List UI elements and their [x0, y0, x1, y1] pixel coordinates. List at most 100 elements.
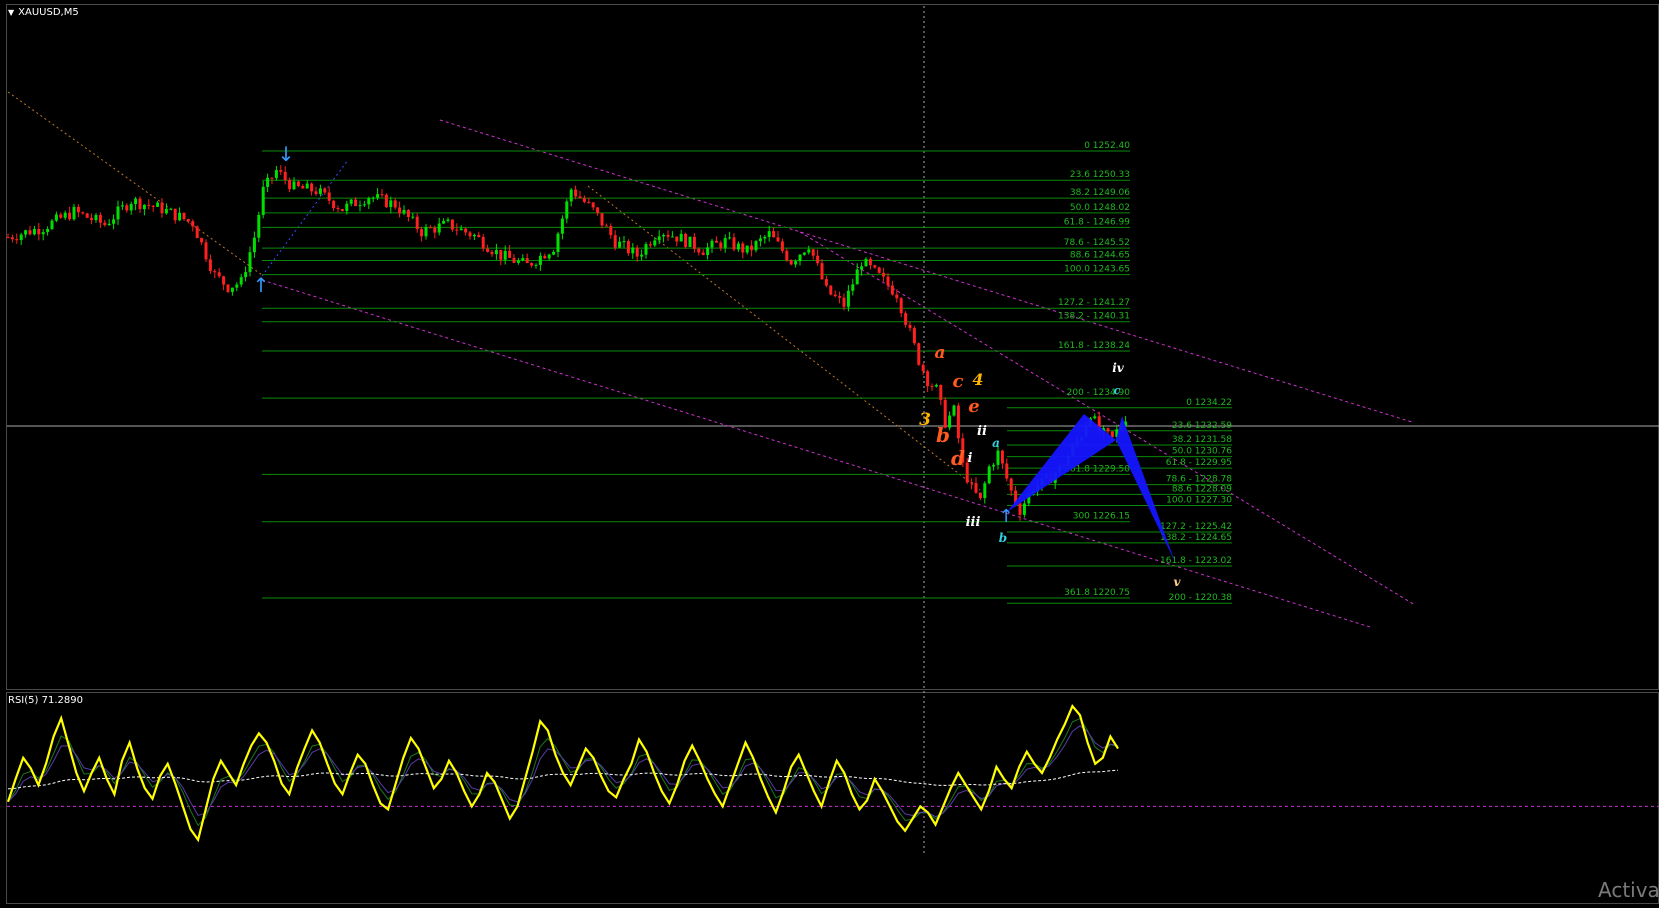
- candle-body[interactable]: [785, 250, 789, 261]
- candle-body[interactable]: [63, 212, 67, 218]
- candle-body[interactable]: [376, 194, 380, 198]
- candle-body[interactable]: [591, 202, 595, 208]
- candle-body[interactable]: [32, 228, 36, 235]
- candle-body[interactable]: [6, 237, 10, 239]
- candle-body[interactable]: [54, 214, 58, 221]
- candle-body[interactable]: [380, 194, 384, 196]
- candle-body[interactable]: [904, 313, 908, 325]
- candle-body[interactable]: [732, 237, 736, 250]
- candle-body[interactable]: [626, 241, 630, 254]
- candle-body[interactable]: [85, 213, 89, 218]
- candle-body[interactable]: [618, 241, 622, 248]
- candle-body[interactable]: [1093, 416, 1097, 419]
- harmonic-pattern-right-triangle[interactable]: [1116, 416, 1175, 562]
- candle-body[interactable]: [604, 225, 608, 227]
- candle-body[interactable]: [525, 258, 529, 264]
- candle-body[interactable]: [538, 255, 542, 265]
- candle-body[interactable]: [877, 267, 881, 273]
- candle-body[interactable]: [437, 223, 441, 233]
- candle-body[interactable]: [200, 238, 204, 243]
- candle-body[interactable]: [508, 250, 512, 258]
- candle-body[interactable]: [481, 236, 485, 249]
- candle-body[interactable]: [917, 343, 921, 365]
- candle-body[interactable]: [261, 186, 265, 215]
- candle-body[interactable]: [230, 287, 234, 292]
- candle-body[interactable]: [257, 214, 261, 238]
- channel-upper-line[interactable]: [439, 119, 1413, 423]
- candle-body[interactable]: [662, 234, 666, 237]
- candle-body[interactable]: [406, 209, 410, 217]
- candle-body[interactable]: [499, 250, 503, 260]
- candle-body[interactable]: [890, 285, 894, 295]
- candle-body[interactable]: [974, 483, 978, 493]
- candle-body[interactable]: [908, 324, 912, 329]
- candle-body[interactable]: [94, 215, 98, 221]
- candle-body[interactable]: [116, 206, 120, 220]
- candle-body[interactable]: [556, 233, 560, 252]
- candle-body[interactable]: [956, 405, 960, 439]
- candle-body[interactable]: [789, 260, 793, 265]
- candle-body[interactable]: [1106, 428, 1110, 432]
- candle-body[interactable]: [582, 198, 586, 202]
- candle-body[interactable]: [772, 231, 776, 238]
- candle-body[interactable]: [138, 198, 142, 210]
- candle-body[interactable]: [450, 219, 454, 230]
- candle-body[interactable]: [252, 237, 256, 253]
- candle-body[interactable]: [1110, 431, 1114, 437]
- candle-body[interactable]: [934, 384, 938, 387]
- candle-body[interactable]: [424, 227, 428, 237]
- candle-body[interactable]: [829, 285, 833, 295]
- candle-body[interactable]: [283, 171, 287, 180]
- candle-body[interactable]: [270, 177, 274, 179]
- candle-body[interactable]: [288, 179, 292, 190]
- candle-body[interactable]: [846, 290, 850, 307]
- candle-body[interactable]: [428, 227, 432, 229]
- candle-body[interactable]: [970, 482, 974, 484]
- candle-body[interactable]: [569, 189, 573, 202]
- candle-body[interactable]: [279, 170, 283, 172]
- candle-body[interactable]: [442, 220, 446, 224]
- rsi-line[interactable]: [6, 704, 1119, 843]
- candle-body[interactable]: [565, 201, 569, 219]
- candle-body[interactable]: [59, 214, 63, 218]
- candle-body[interactable]: [609, 226, 613, 236]
- candle-body[interactable]: [72, 206, 76, 220]
- candle-body[interactable]: [996, 450, 1000, 465]
- candle-body[interactable]: [776, 237, 780, 242]
- candle-body[interactable]: [635, 247, 639, 257]
- candle-body[interactable]: [794, 261, 798, 265]
- candle-body[interactable]: [706, 247, 710, 256]
- candle-body[interactable]: [327, 192, 331, 201]
- candle-body[interactable]: [204, 242, 208, 260]
- candle-body[interactable]: [125, 205, 129, 211]
- candle-body[interactable]: [851, 284, 855, 291]
- candle-body[interactable]: [816, 255, 820, 264]
- price-chart[interactable]: 0 1252.40 23.6 1250.33 38.2 1249.06 50.0 12…: [0, 0, 1659, 908]
- candle-body[interactable]: [156, 202, 160, 207]
- candle-body[interactable]: [305, 183, 309, 189]
- candle-body[interactable]: [552, 251, 556, 255]
- candle-body[interactable]: [912, 328, 916, 344]
- candle-body[interactable]: [798, 254, 802, 262]
- candle-body[interactable]: [15, 239, 19, 241]
- pivot-high-arrow-icon[interactable]: ↓: [278, 142, 295, 166]
- candle-body[interactable]: [697, 248, 701, 253]
- candle-body[interactable]: [274, 170, 278, 179]
- candle-body[interactable]: [952, 405, 956, 416]
- candle-body[interactable]: [345, 203, 349, 212]
- candle-body[interactable]: [530, 263, 534, 266]
- candle-body[interactable]: [98, 215, 102, 223]
- candle-body[interactable]: [512, 257, 516, 263]
- candle-body[interactable]: [802, 252, 806, 255]
- candle-body[interactable]: [433, 227, 437, 233]
- candle-body[interactable]: [710, 240, 714, 248]
- candle-body[interactable]: [978, 492, 982, 499]
- candle-body[interactable]: [983, 483, 987, 499]
- candle-body[interactable]: [358, 205, 362, 207]
- candle-body[interactable]: [164, 208, 168, 214]
- candle-body[interactable]: [838, 296, 842, 298]
- candle-body[interactable]: [323, 188, 327, 193]
- candle-body[interactable]: [657, 236, 661, 241]
- candle-body[interactable]: [939, 384, 943, 400]
- pivot-low-arrow-icon[interactable]: ↑: [253, 273, 270, 297]
